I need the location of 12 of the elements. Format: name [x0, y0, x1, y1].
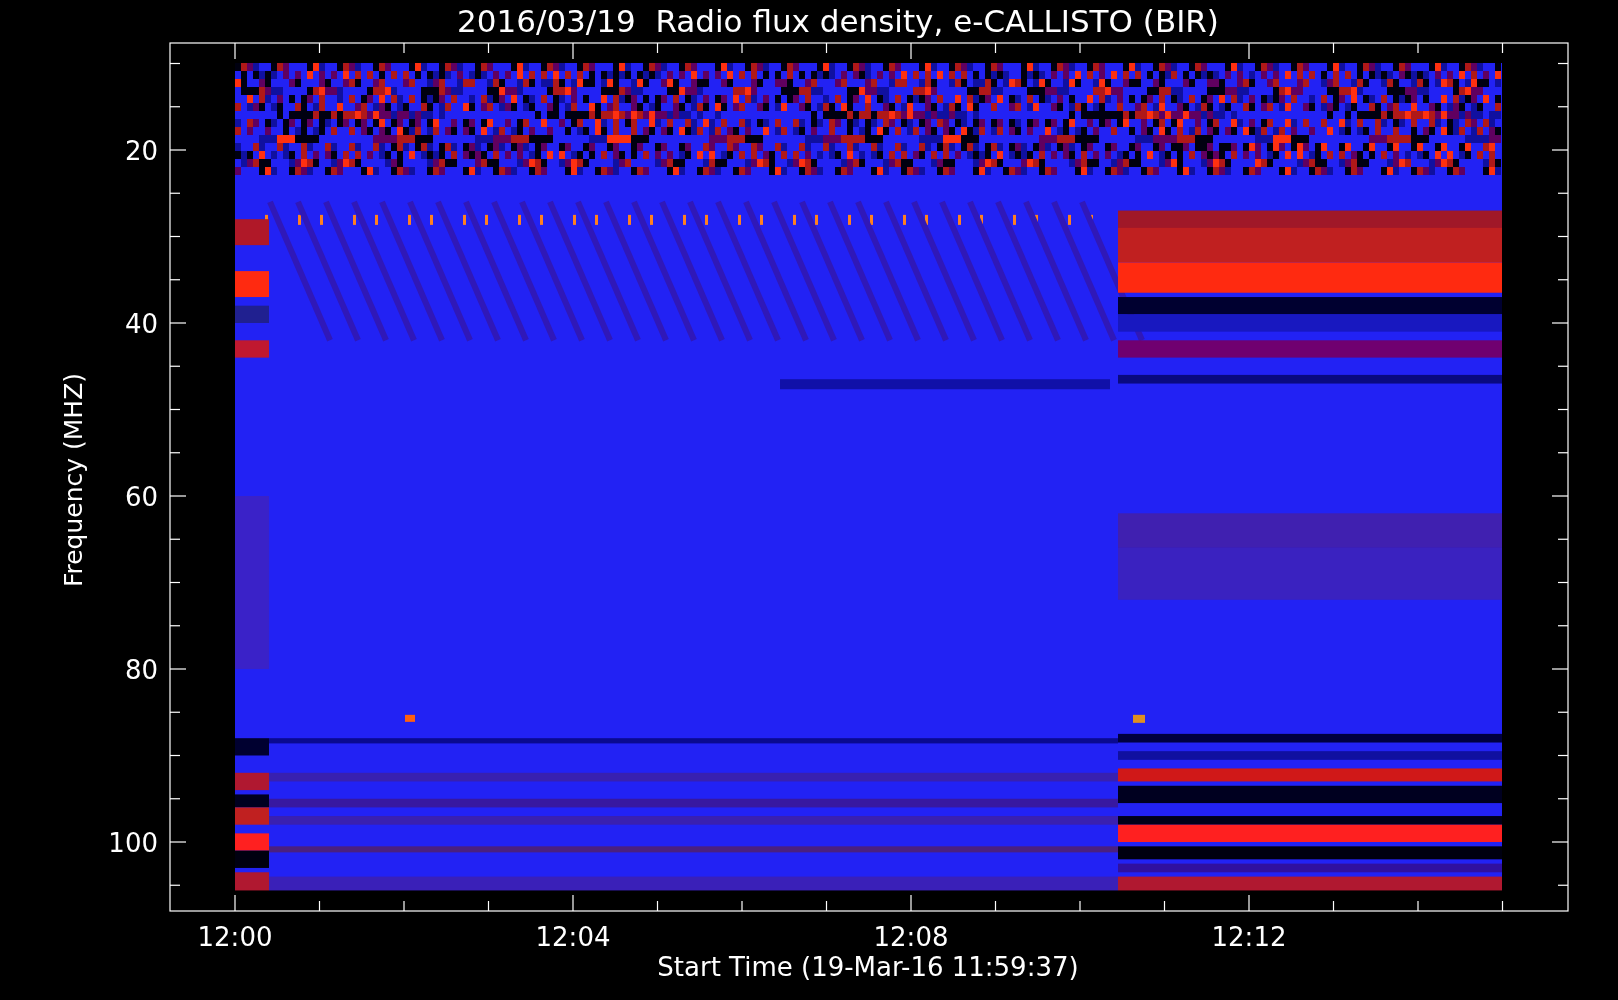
- tick-label: 12:12: [1211, 922, 1287, 952]
- tick-label: 40: [124, 309, 158, 339]
- tick-label: 100: [108, 828, 158, 858]
- chart-title: 2016/03/19 Radio flux density, e-CALLISTO (BIR): [457, 3, 1219, 39]
- tick-label: 20: [124, 136, 158, 166]
- tick-label: 12:00: [197, 922, 273, 952]
- axis-label: Start Time (19-Mar-16 11:59:37): [657, 952, 1079, 982]
- tick-label: 60: [124, 482, 158, 512]
- tick-label: 80: [124, 655, 158, 685]
- tick-label: 12:08: [873, 922, 949, 952]
- axis-label: Frequency (MHZ): [59, 372, 88, 588]
- tick-label: 12:04: [535, 922, 611, 952]
